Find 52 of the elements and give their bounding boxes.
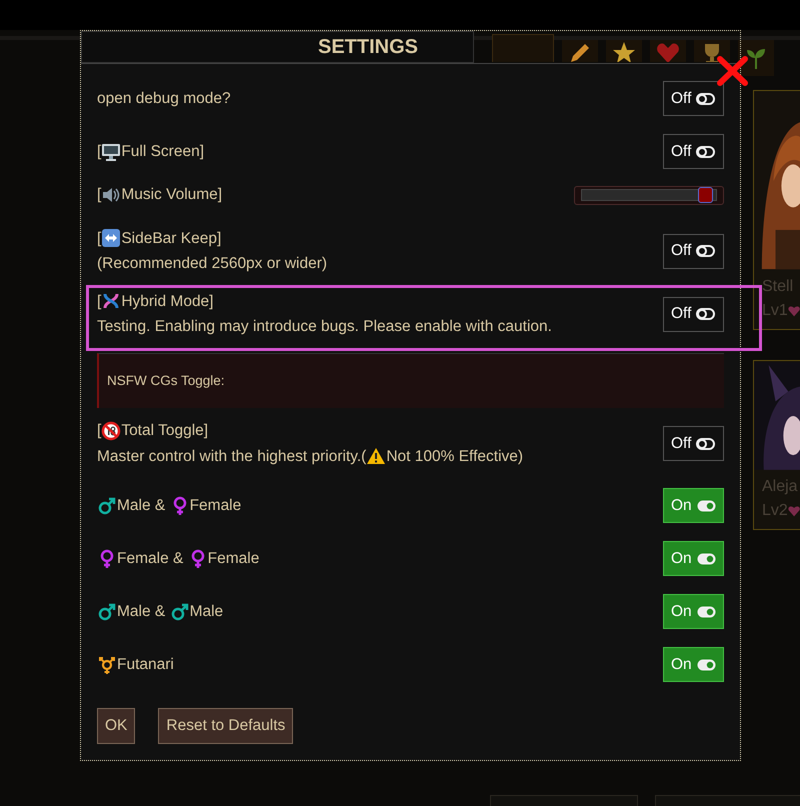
switch-icon: [696, 606, 716, 618]
pencil-icon[interactable]: [562, 40, 598, 62]
toggle-switch[interactable]: On: [663, 488, 724, 523]
switch-icon: [696, 658, 716, 670]
switch-icon: [696, 146, 716, 158]
toggle-switch[interactable]: Off: [663, 234, 724, 268]
setting-label: Futanari: [117, 654, 174, 675]
setting-label: Female: [190, 496, 242, 516]
setting-label: Female: [208, 548, 260, 569]
setting-label: Male: [190, 602, 224, 622]
setting-label: Female &: [117, 548, 184, 569]
dialog-title: SETTINGS: [318, 35, 418, 60]
setting-label: open debug mode?: [97, 88, 231, 109]
setting-label: Testing. Enabling may introduce bugs. Please enable with caution.: [97, 317, 552, 337]
setting-label: (Recommended 2560px or wider): [97, 254, 328, 274]
heart-icon: [788, 304, 800, 318]
setting-label: [: [97, 421, 102, 442]
toggle-switch[interactable]: Off: [663, 134, 724, 169]
setting-label: Total Toggle]: [121, 421, 208, 442]
switch-icon: [696, 438, 716, 450]
sprout-icon[interactable]: [738, 40, 774, 76]
dialog-button[interactable]: OK: [97, 708, 136, 744]
trophy-icon[interactable]: [694, 40, 730, 62]
close-icon[interactable]: [716, 55, 749, 87]
toggle-switch[interactable]: Off: [663, 81, 724, 116]
setting-label: NSFW CGs Toggle:: [107, 372, 225, 390]
dialog-button[interactable]: Reset to Defaults: [158, 708, 294, 744]
setting-label: [: [97, 228, 102, 249]
heart-icon: [788, 504, 800, 518]
setting-label: Master control with the highest priority.(: [97, 446, 366, 466]
setting-label: Not 100% Effective): [386, 446, 524, 466]
toggle-switch[interactable]: On: [663, 647, 724, 682]
switch-icon: [696, 500, 716, 512]
toggle-switch[interactable]: Off: [663, 426, 724, 461]
toggle-switch[interactable]: On: [663, 594, 724, 629]
switch-icon: [696, 245, 716, 257]
toggle-switch[interactable]: On: [663, 541, 724, 576]
setting-label: Hybrid Mode]: [121, 292, 214, 312]
volume-slider[interactable]: [574, 186, 724, 204]
setting-label: SideBar Keep]: [121, 228, 222, 249]
switch-icon: [696, 552, 716, 564]
setting-label: Music Volume]: [121, 185, 222, 206]
switch-icon: [696, 308, 716, 320]
setting-label: Male &: [117, 602, 166, 622]
filter-tile[interactable]: [492, 34, 554, 62]
setting-label: Male &: [117, 496, 166, 516]
setting-label: [: [97, 142, 102, 162]
switch-icon: [696, 92, 716, 104]
setting-label: [: [97, 292, 102, 312]
setting-label: [: [97, 185, 102, 206]
toggle-switch[interactable]: Off: [663, 296, 724, 332]
setting-label: Full Screen]: [121, 142, 204, 162]
